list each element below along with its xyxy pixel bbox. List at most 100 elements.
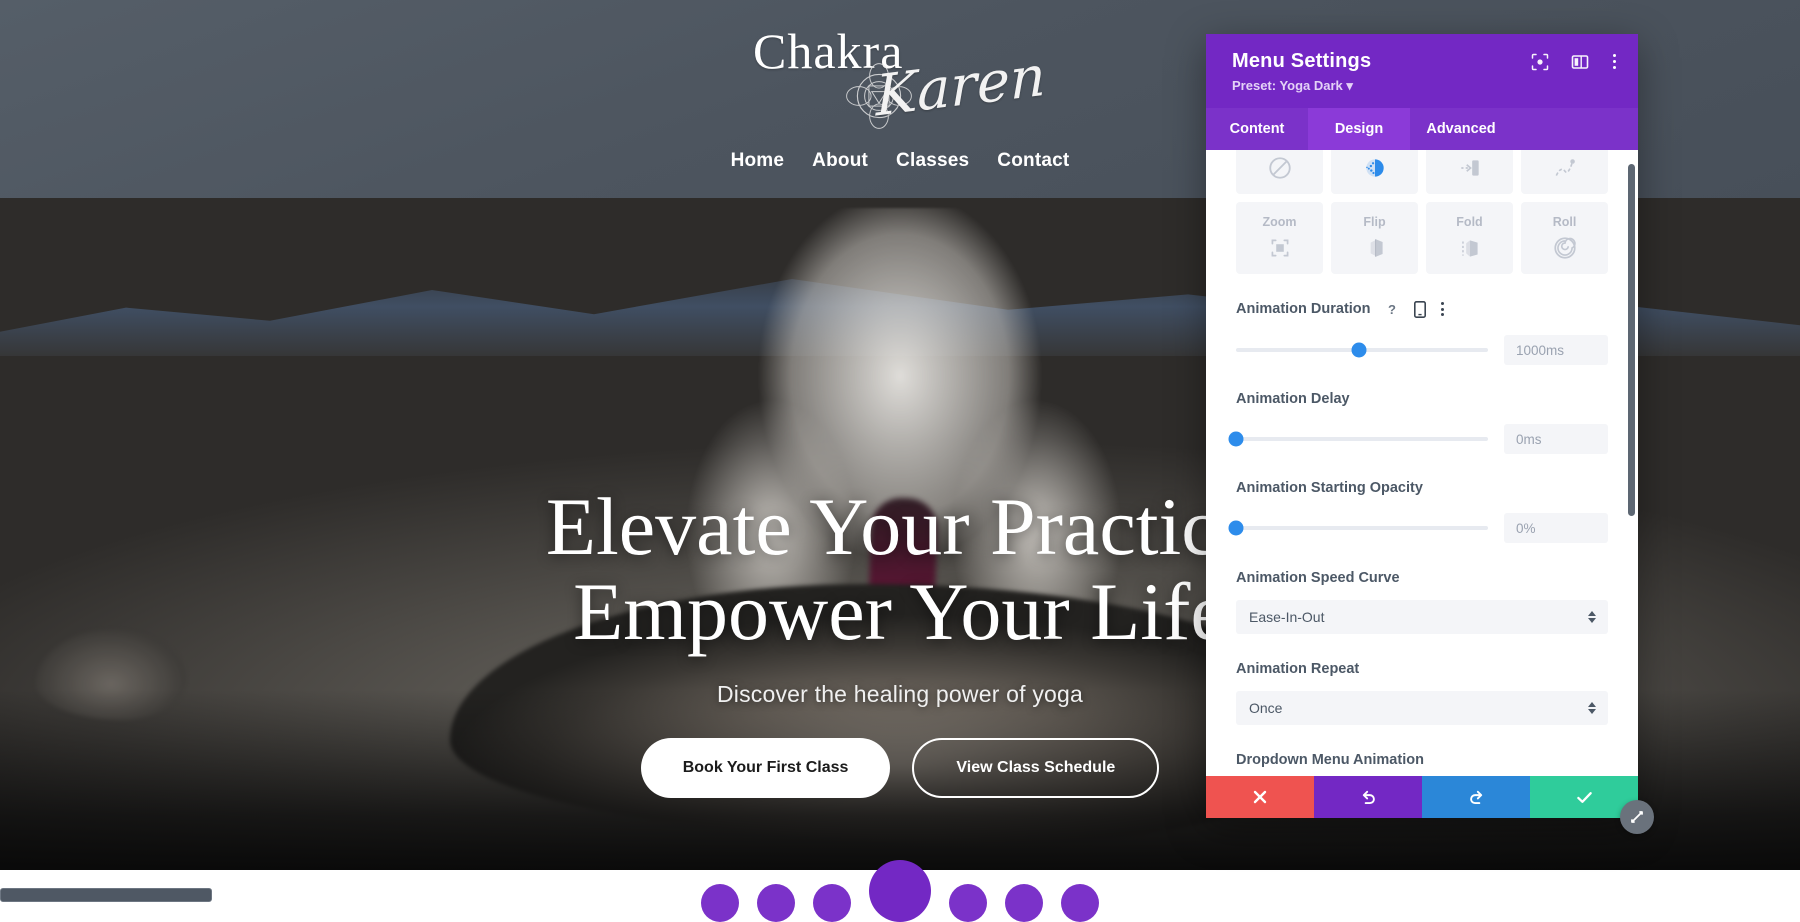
animation-style-bounce[interactable]: Bounce (1521, 150, 1608, 194)
site-logo[interactable]: Chakra Karen (735, 16, 1065, 128)
animation-style-slide[interactable]: Slide (1426, 150, 1513, 194)
animation-repeat-select[interactable]: Once (1236, 691, 1608, 725)
modal-header-icon-group (1531, 52, 1618, 71)
animation-speed-curve-select-wrap: Ease-In-Out (1236, 600, 1608, 634)
field-animation-starting-opacity: Animation Starting Opacity (1236, 480, 1608, 543)
hero-title-line-2: Empower Your Life (573, 566, 1227, 657)
modal-preset-selector[interactable]: Preset: Yoga Dark ▾ (1232, 78, 1612, 94)
nav-item-home[interactable]: Home (731, 150, 785, 172)
help-icon-glyph: ? (1384, 301, 1401, 318)
responsive-device-icon[interactable] (1414, 301, 1426, 318)
modal-body: None Fade (1206, 150, 1638, 776)
hero-title-line-1: Elevate Your Practice (546, 481, 1254, 572)
modal-scrollbar-thumb[interactable] (1628, 164, 1635, 516)
split-view-icon[interactable] (1571, 53, 1589, 71)
animation-duration-label-row: Animation Duration ? (1236, 300, 1608, 318)
cancel-button[interactable] (1206, 776, 1314, 818)
divi-toolbar-button-5[interactable] (1005, 884, 1043, 922)
animation-delay-label: Animation Delay (1236, 391, 1350, 407)
flip-panel-icon (1362, 235, 1388, 261)
close-x-icon (1252, 789, 1268, 805)
animation-starting-opacity-slider-knob[interactable] (1229, 521, 1244, 536)
animation-delay-input[interactable] (1504, 424, 1608, 454)
help-icon[interactable]: ? (1384, 301, 1401, 318)
animation-delay-slider-knob[interactable] (1229, 432, 1244, 447)
view-class-schedule-button[interactable]: View Class Schedule (912, 738, 1159, 798)
animation-starting-opacity-control-row (1236, 513, 1608, 543)
modal-header: Menu Settings Preset: Yoga Dark ▾ (1206, 34, 1638, 108)
animation-starting-opacity-label: Animation Starting Opacity (1236, 480, 1423, 496)
animation-delay-control-row (1236, 424, 1608, 454)
more-options-icon[interactable] (1611, 52, 1618, 71)
bounce-arc-icon (1552, 155, 1578, 181)
animation-style-flip[interactable]: Flip (1331, 202, 1418, 274)
animation-style-fold[interactable]: Fold (1426, 202, 1513, 274)
animation-delay-slider[interactable] (1236, 437, 1488, 441)
animation-starting-opacity-label-row: Animation Starting Opacity (1236, 480, 1608, 496)
animation-style-fold-label: Fold (1456, 215, 1482, 229)
site-navigation: Home About Classes Contact (731, 150, 1070, 172)
settings-scroll-area: None Fade (1206, 150, 1638, 776)
fade-dots-icon (1362, 155, 1388, 181)
divi-bottom-toolbar (701, 860, 1099, 922)
divi-toolbar-button-1[interactable] (701, 884, 739, 922)
fold-page-icon (1457, 235, 1483, 261)
animation-duration-slider-knob[interactable] (1352, 343, 1367, 358)
animation-style-fade[interactable]: Fade (1331, 150, 1418, 194)
divi-toolbar-button-4[interactable] (949, 884, 987, 922)
zoom-expand-icon (1267, 235, 1293, 261)
animation-style-zoom-label: Zoom (1262, 215, 1296, 229)
animation-repeat-select-wrap: Once (1236, 691, 1608, 725)
animation-duration-input[interactable] (1504, 335, 1608, 365)
animation-duration-slider[interactable] (1236, 348, 1488, 352)
field-dropdown-menu-animation: Dropdown Menu Animation Fade (1236, 751, 1608, 776)
tab-design[interactable]: Design (1308, 108, 1410, 150)
field-animation-repeat: Animation Repeat Once (1236, 660, 1608, 725)
animation-style-flip-label: Flip (1363, 215, 1385, 229)
field-animation-speed-curve: Animation Speed Curve Ease-In-Out (1236, 569, 1608, 634)
undo-button[interactable] (1314, 776, 1422, 818)
menu-settings-modal: Menu Settings Preset: Yoga Dark ▾ (1206, 34, 1638, 818)
animation-starting-opacity-slider[interactable] (1236, 526, 1488, 530)
modal-resize-handle[interactable] (1620, 800, 1654, 834)
animation-delay-label-row: Animation Delay (1236, 391, 1608, 407)
animation-starting-opacity-input[interactable] (1504, 513, 1608, 543)
redo-arrow-icon (1467, 788, 1486, 807)
focus-target-icon[interactable] (1531, 53, 1549, 71)
book-first-class-button[interactable]: Book Your First Class (641, 738, 891, 798)
divi-toolbar-button-main[interactable] (869, 860, 931, 922)
dropdown-menu-animation-label: Dropdown Menu Animation (1236, 752, 1424, 768)
resize-diagonal-icon (1629, 809, 1645, 825)
animation-speed-curve-label: Animation Speed Curve (1236, 570, 1400, 586)
animation-duration-label: Animation Duration (1236, 301, 1371, 317)
nav-item-classes[interactable]: Classes (896, 150, 969, 172)
tab-advanced[interactable]: Advanced (1410, 108, 1512, 150)
nav-item-about[interactable]: About (812, 150, 868, 172)
animation-repeat-label: Animation Repeat (1236, 661, 1359, 677)
field-animation-delay: Animation Delay (1236, 391, 1608, 454)
redo-button[interactable] (1422, 776, 1530, 818)
animation-speed-curve-select[interactable]: Ease-In-Out (1236, 600, 1608, 634)
modal-preset-label: Preset: Yoga Dark (1232, 78, 1346, 93)
checkmark-icon (1575, 788, 1594, 807)
animation-style-zoom[interactable]: Zoom (1236, 202, 1323, 274)
slide-arrow-icon (1457, 155, 1483, 181)
divi-toolbar-button-6[interactable] (1061, 884, 1099, 922)
field-options-icon[interactable] (1439, 300, 1446, 318)
modal-footer (1206, 776, 1638, 818)
roll-spiral-icon (1552, 235, 1578, 261)
no-entry-icon (1267, 155, 1293, 181)
animation-style-roll-label: Roll (1553, 215, 1577, 229)
divi-toolbar-button-2[interactable] (757, 884, 795, 922)
tab-content[interactable]: Content (1206, 108, 1308, 150)
modal-tab-bar: Content Design Advanced (1206, 108, 1638, 150)
nav-item-contact[interactable]: Contact (997, 150, 1069, 172)
animation-duration-control-row (1236, 335, 1608, 365)
animation-style-roll[interactable]: Roll (1521, 202, 1608, 274)
undo-arrow-icon (1359, 788, 1378, 807)
field-animation-duration: Animation Duration ? (1236, 300, 1608, 365)
animation-style-none[interactable]: None (1236, 150, 1323, 194)
chevron-down-icon: ▾ (1346, 78, 1353, 93)
animation-style-grid: None Fade (1236, 150, 1608, 274)
divi-toolbar-button-3[interactable] (813, 884, 851, 922)
